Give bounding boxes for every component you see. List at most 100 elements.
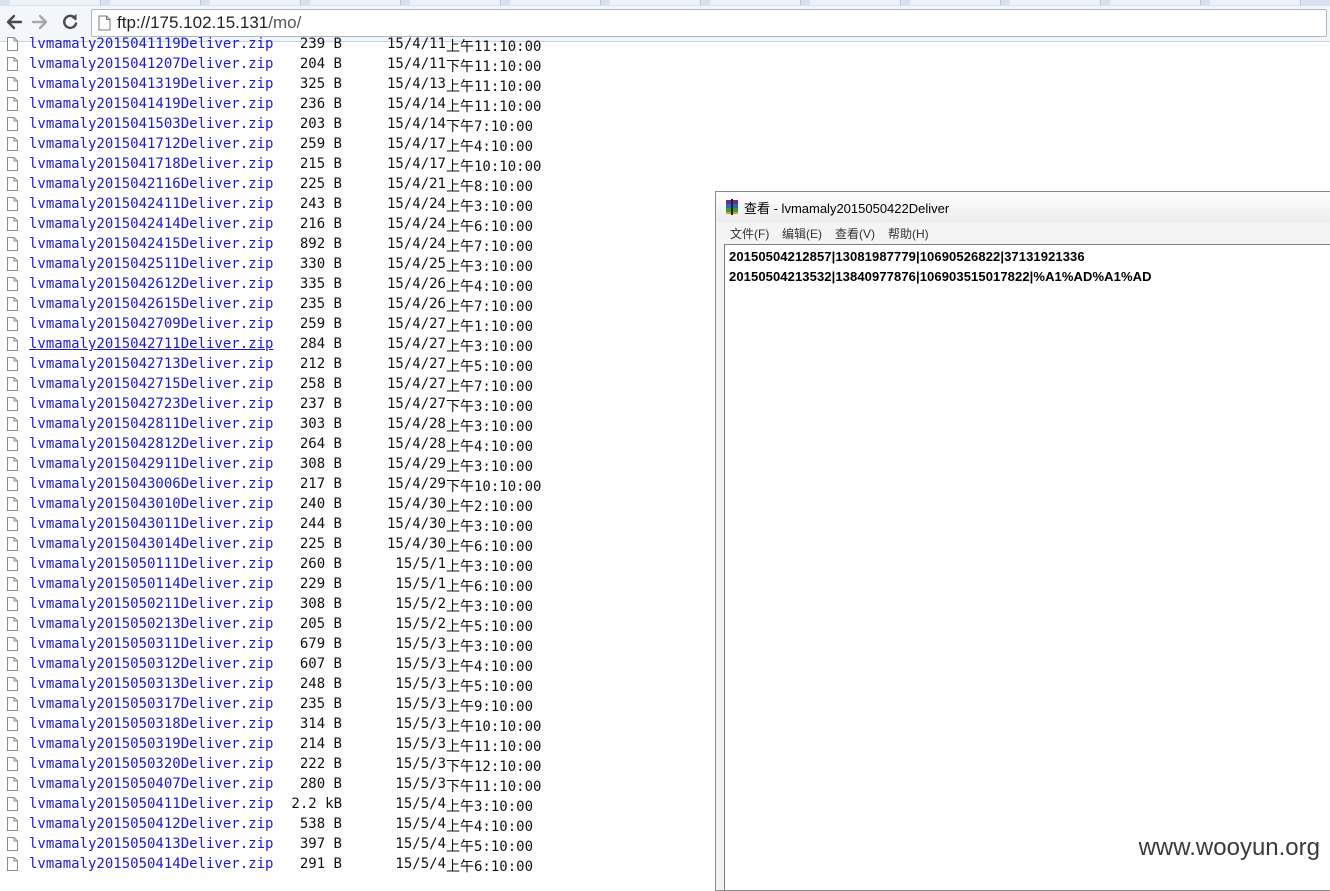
menu-file[interactable]: 文件(F)	[730, 225, 769, 242]
tab[interactable]	[610, 0, 701, 5]
file-date: 15/4/13	[386, 76, 446, 92]
tab[interactable]	[810, 0, 901, 5]
file-link[interactable]: lvmamaly2015042414Deliver.zip	[29, 216, 273, 232]
file-link[interactable]: lvmamaly2015050114Deliver.zip	[29, 576, 273, 592]
file-link[interactable]: lvmamaly2015043006Deliver.zip	[29, 476, 273, 492]
viewer-title-bar[interactable]: 查看 - lvmamaly2015050422Deliver	[716, 192, 1330, 222]
file-icon	[7, 397, 18, 411]
list-item: lvmamaly2015050320Deliver.zip 222 B 15/5/3…	[0, 755, 715, 775]
file-time: 上午3:10:00	[446, 519, 534, 535]
file-date: 15/5/1	[395, 576, 446, 592]
list-item: lvmamaly2015041119Deliver.zip 239 B 15/4/1…	[0, 35, 715, 55]
file-icon	[7, 837, 18, 851]
file-time: 上午7:10:00	[446, 299, 534, 315]
file-link[interactable]: lvmamaly2015050412Deliver.zip	[29, 816, 273, 832]
file-link[interactable]: lvmamaly2015041503Deliver.zip	[29, 116, 273, 132]
file-date: 15/4/28	[386, 436, 446, 452]
file-link[interactable]: lvmamaly2015050312Deliver.zip	[29, 656, 273, 672]
file-link[interactable]: lvmamaly2015050213Deliver.zip	[29, 616, 273, 632]
tab[interactable]	[510, 0, 601, 5]
file-size: 280 B	[299, 776, 342, 792]
menu-edit[interactable]: 编辑(E)	[782, 225, 822, 242]
file-link[interactable]: lvmamaly2015041712Deliver.zip	[29, 136, 273, 152]
file-link[interactable]: lvmamaly2015042116Deliver.zip	[29, 176, 273, 192]
tab[interactable]	[1110, 0, 1201, 5]
file-link[interactable]: lvmamaly2015050313Deliver.zip	[29, 676, 273, 692]
file-size: 205 B	[299, 616, 342, 632]
file-link[interactable]: lvmamaly2015042415Deliver.zip	[29, 236, 273, 252]
file-size: 892 B	[299, 236, 342, 252]
file-link[interactable]: lvmamaly2015050413Deliver.zip	[29, 836, 273, 852]
file-link[interactable]: lvmamaly2015042709Deliver.zip	[29, 316, 273, 332]
file-date: 15/5/3	[395, 696, 446, 712]
file-size: 217 B	[299, 476, 342, 492]
file-link[interactable]: lvmamaly2015041119Deliver.zip	[29, 36, 273, 52]
tab[interactable]	[410, 0, 501, 5]
file-link[interactable]: lvmamaly2015050111Deliver.zip	[29, 556, 273, 572]
file-size: 235 B	[299, 296, 342, 312]
file-link[interactable]: lvmamaly2015042411Deliver.zip	[29, 196, 273, 212]
file-link[interactable]: lvmamaly2015042511Deliver.zip	[29, 256, 273, 272]
tab[interactable]	[10, 0, 101, 5]
file-link[interactable]: lvmamaly2015050414Deliver.zip	[29, 856, 273, 872]
tab[interactable]	[1210, 0, 1301, 5]
tab[interactable]	[210, 0, 301, 5]
menu-view[interactable]: 查看(V)	[835, 225, 875, 242]
file-time: 上午4:10:00	[446, 279, 534, 295]
file-time: 下午10:10:00	[446, 479, 542, 495]
tab[interactable]	[110, 0, 201, 5]
file-icon	[7, 277, 18, 291]
file-link[interactable]: lvmamaly2015042713Deliver.zip	[29, 356, 273, 372]
menu-help[interactable]: 帮助(H)	[888, 225, 929, 242]
file-link[interactable]: lvmamaly2015042715Deliver.zip	[29, 376, 273, 392]
file-link[interactable]: lvmamaly2015050318Deliver.zip	[29, 716, 273, 732]
file-size: 308 B	[299, 596, 342, 612]
file-link[interactable]: lvmamaly2015050411Deliver.zip	[29, 796, 273, 812]
tab[interactable]	[710, 0, 801, 5]
file-size: 222 B	[299, 756, 342, 772]
file-size: 264 B	[299, 436, 342, 452]
file-date: 15/5/4	[395, 856, 446, 872]
file-link[interactable]: lvmamaly2015042812Deliver.zip	[29, 436, 273, 452]
file-link[interactable]: lvmamaly2015042811Deliver.zip	[29, 416, 273, 432]
file-link[interactable]: lvmamaly2015050407Deliver.zip	[29, 776, 273, 792]
tab[interactable]	[1010, 0, 1101, 5]
file-size: 235 B	[299, 696, 342, 712]
file-icon	[7, 817, 18, 831]
file-time: 上午5:10:00	[446, 619, 534, 635]
file-icon	[7, 597, 18, 611]
viewer-text-area[interactable]: 20150504212857|13081987779|10690526822|3…	[724, 244, 1330, 890]
file-link[interactable]: lvmamaly2015042711Deliver.zip	[29, 336, 273, 352]
file-time: 上午3:10:00	[446, 799, 534, 815]
tab[interactable]	[910, 0, 1001, 5]
file-link[interactable]: lvmamaly2015043010Deliver.zip	[29, 496, 273, 512]
list-item: lvmamaly2015050211Deliver.zip 308 B 15/5/2…	[0, 595, 715, 615]
file-link[interactable]: lvmamaly2015043014Deliver.zip	[29, 536, 273, 552]
file-link[interactable]: lvmamaly2015042615Deliver.zip	[29, 296, 273, 312]
file-icon	[7, 617, 18, 631]
list-item: lvmamaly2015043014Deliver.zip 225 B 15/4/3…	[0, 535, 715, 555]
file-icon	[7, 777, 18, 791]
file-icon	[7, 497, 18, 511]
file-date: 15/5/3	[395, 716, 446, 732]
file-link[interactable]: lvmamaly2015042911Deliver.zip	[29, 456, 273, 472]
file-date: 15/5/4	[395, 836, 446, 852]
tab[interactable]	[310, 0, 401, 5]
list-item: lvmamaly2015050414Deliver.zip 291 B 15/5/4…	[0, 855, 715, 875]
file-link[interactable]: lvmamaly2015041718Deliver.zip	[29, 156, 273, 172]
file-date: 15/4/24	[386, 196, 446, 212]
file-link[interactable]: lvmamaly2015050211Deliver.zip	[29, 596, 273, 612]
file-link[interactable]: lvmamaly2015050319Deliver.zip	[29, 736, 273, 752]
file-link[interactable]: lvmamaly2015041419Deliver.zip	[29, 96, 273, 112]
file-date: 15/4/27	[386, 396, 446, 412]
file-link[interactable]: lvmamaly2015050317Deliver.zip	[29, 696, 273, 712]
file-link[interactable]: lvmamaly2015050320Deliver.zip	[29, 756, 273, 772]
file-link[interactable]: lvmamaly2015050311Deliver.zip	[29, 636, 273, 652]
file-link[interactable]: lvmamaly2015041319Deliver.zip	[29, 76, 273, 92]
file-link[interactable]: lvmamaly2015042723Deliver.zip	[29, 396, 273, 412]
file-icon	[7, 177, 18, 191]
file-link[interactable]: lvmamaly2015041207Deliver.zip	[29, 56, 273, 72]
file-link[interactable]: lvmamaly2015043011Deliver.zip	[29, 516, 273, 532]
file-date: 15/4/14	[386, 116, 446, 132]
file-link[interactable]: lvmamaly2015042612Deliver.zip	[29, 276, 273, 292]
